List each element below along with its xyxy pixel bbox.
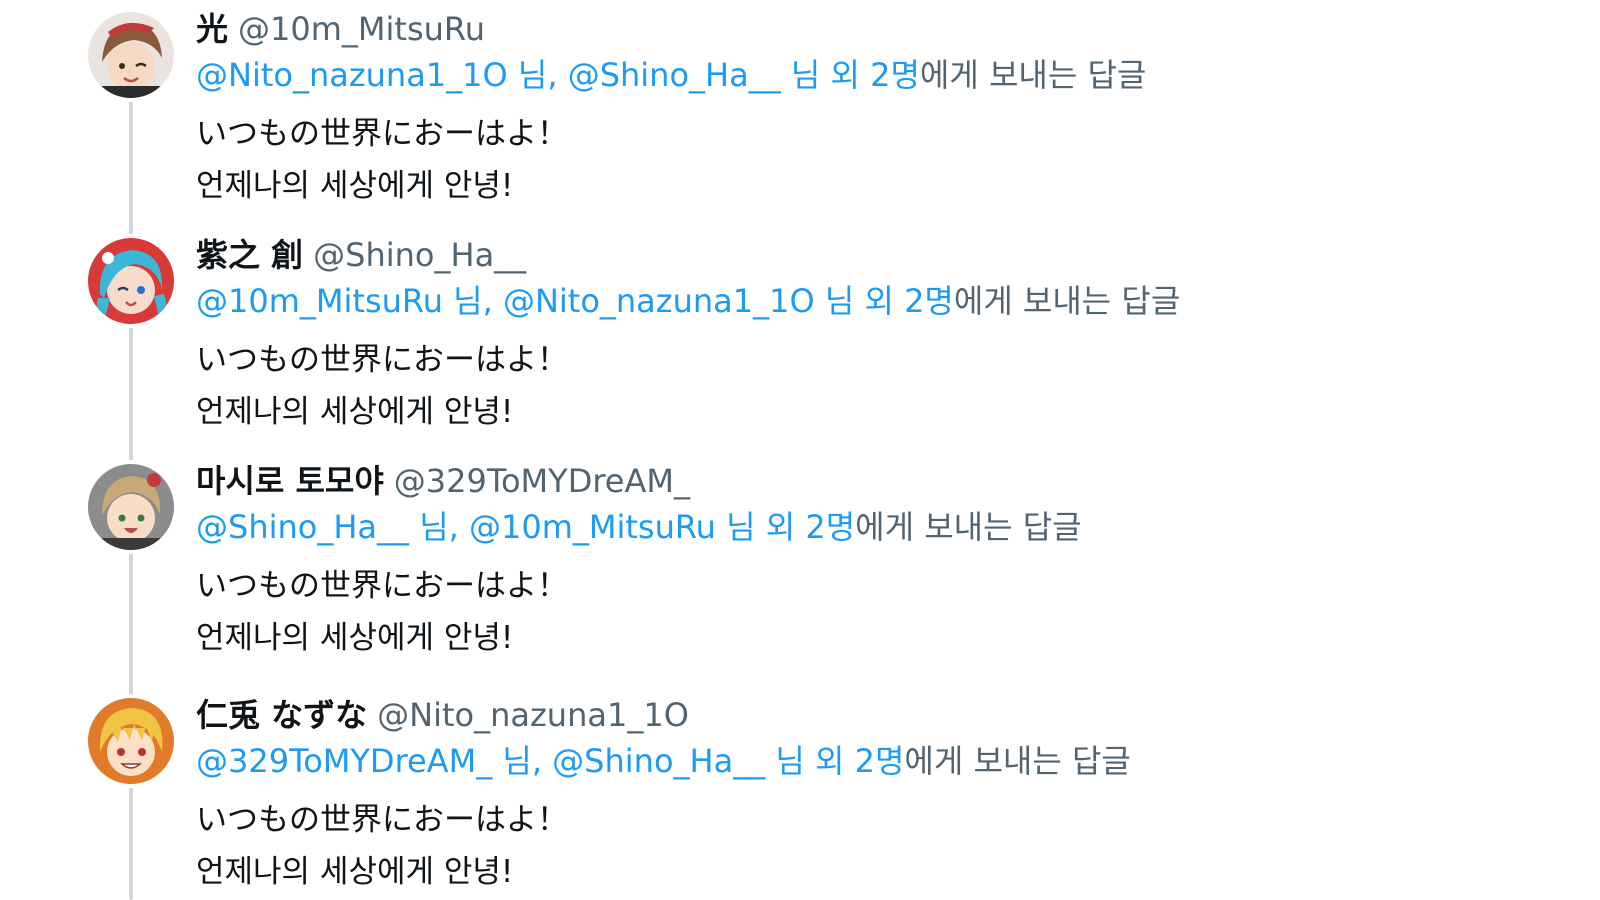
reply-thread: 光 @10m_MitsuRu @Nito_nazuna1_1O 님, @Shino… xyxy=(0,0,1600,900)
user-handle[interactable]: @329ToMYDreAM_ xyxy=(394,462,690,500)
others-count-link[interactable]: 2명 xyxy=(855,742,905,780)
reply-separator: 님, xyxy=(409,508,469,546)
display-name[interactable]: 光 xyxy=(196,10,228,48)
tweet-text-line: いつもの世界におーはよ！ xyxy=(196,342,568,378)
mention-link[interactable]: @Shino_Ha__ xyxy=(568,56,781,94)
avatar-tomoya-icon[interactable] xyxy=(88,464,174,550)
reply-separator: 님 외 xyxy=(814,282,905,320)
avatar-hajime-icon[interactable] xyxy=(88,238,174,324)
avatar-mitsuru-icon[interactable] xyxy=(88,12,174,98)
user-handle[interactable]: @10m_MitsuRu xyxy=(238,10,485,48)
others-count-link[interactable]: 2명 xyxy=(904,282,954,320)
avatar-nazuna-icon[interactable] xyxy=(88,698,174,784)
tweet-text-line: いつもの世界におーはよ！ xyxy=(196,116,568,152)
mention-link[interactable]: @Shino_Ha__ xyxy=(196,508,409,546)
reply-separator: 님 외 xyxy=(715,508,806,546)
user-handle[interactable]: @Nito_nazuna1_1O xyxy=(377,696,689,734)
replying-to: @10m_MitsuRu 님, @Nito_nazuna1_1O 님 외 2명에… xyxy=(196,278,1496,324)
reply-suffix: 에게 보내는 답글 xyxy=(855,508,1082,546)
replying-to: @329ToMYDreAM_ 님, @Shino_Ha__ 님 외 2명에게 보… xyxy=(196,738,1496,784)
tweet-header: 仁兎 なずな @Nito_nazuna1_1O xyxy=(196,692,1496,738)
mention-link[interactable]: @10m_MitsuRu xyxy=(469,508,716,546)
tweet-text-line: 언제나의 세상에게 안녕! xyxy=(196,394,514,430)
reply-suffix: 에게 보내는 답글 xyxy=(919,56,1147,94)
mention-link[interactable]: @Shino_Ha__ xyxy=(552,742,765,780)
tweet-text-line: いつもの世界におーはよ！ xyxy=(196,802,568,838)
tweet-content: 紫之 創 @Shino_Ha__ @10m_MitsuRu 님, @Nito_na… xyxy=(196,232,1496,436)
tweet-header: 紫之 創 @Shino_Ha__ xyxy=(196,232,1496,278)
display-name[interactable]: 마시로 토모야 xyxy=(196,462,384,500)
others-count-link[interactable]: 2명 xyxy=(805,508,855,546)
mention-link[interactable]: @Nito_nazuna1_1O xyxy=(503,282,815,320)
reply-separator: 님 외 xyxy=(765,742,855,780)
tweet-header: 마시로 토모야 @329ToMYDreAM_ xyxy=(196,458,1496,504)
mention-link[interactable]: @10m_MitsuRu xyxy=(196,282,443,320)
reply-suffix: 에게 보내는 답글 xyxy=(904,742,1131,780)
tweet-header: 光 @10m_MitsuRu xyxy=(196,6,1496,52)
reply-suffix: 에게 보내는 답글 xyxy=(953,282,1181,320)
tweet-content: 光 @10m_MitsuRu @Nito_nazuna1_1O 님, @Shino… xyxy=(196,6,1496,210)
reply-separator: 님 외 xyxy=(780,56,871,94)
reply-separator: 님, xyxy=(507,56,568,94)
user-handle[interactable]: @Shino_Ha__ xyxy=(313,236,526,274)
replying-to: @Shino_Ha__ 님, @10m_MitsuRu 님 외 2명에게 보내는… xyxy=(196,504,1496,550)
display-name[interactable]: 仁兎 なずな xyxy=(196,696,367,734)
tweet-text-line: いつもの世界におーはよ！ xyxy=(196,568,568,604)
tweet-content: 마시로 토모야 @329ToMYDreAM_ @Shino_Ha__ 님, @10… xyxy=(196,458,1496,662)
others-count-link[interactable]: 2명 xyxy=(870,56,920,94)
reply-separator: 님, xyxy=(492,742,553,780)
tweet-content: 仁兎 なずな @Nito_nazuna1_1O @329ToMYDreAM_ 님,… xyxy=(196,692,1496,896)
mention-link[interactable]: @329ToMYDreAM_ xyxy=(196,742,492,780)
mention-link[interactable]: @Nito_nazuna1_1O xyxy=(196,56,508,94)
tweet-text-line: 언제나의 세상에게 안녕! xyxy=(196,854,514,890)
display-name[interactable]: 紫之 創 xyxy=(196,236,303,274)
replying-to: @Nito_nazuna1_1O 님, @Shino_Ha__ 님 외 2명에게… xyxy=(196,52,1496,98)
tweet-text-line: 언제나의 세상에게 안녕! xyxy=(196,620,514,656)
tweet-text-line: 언제나의 세상에게 안녕! xyxy=(196,168,514,204)
reply-separator: 님, xyxy=(442,282,503,320)
